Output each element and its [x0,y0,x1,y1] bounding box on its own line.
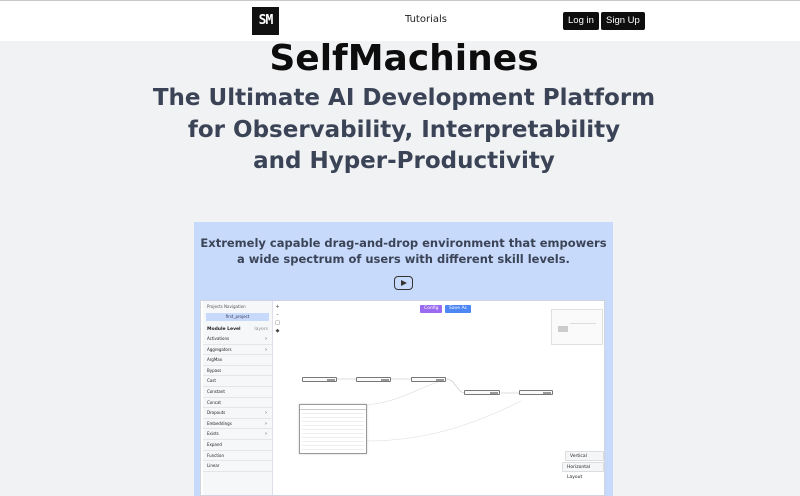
signup-button[interactable]: Sign Up [601,12,645,30]
graph-node [356,377,391,382]
feature-line-1: Extremely capable drag-and-drop environm… [200,236,607,250]
graph-node [302,377,337,382]
graph-node [464,390,500,395]
top-navbar: SM Tutorials Log in Sign Up [0,0,800,41]
hero-subtitle-line-2: for Observability, Interpretability [187,116,621,143]
hero-subtitle-line-3: and Hyper-Productivity [253,148,555,174]
feature-line-2: a wide spectrum of users with different … [237,252,570,266]
graph-edges [337,378,522,442]
graph-node [519,390,553,395]
feature-panel: Extremely capable drag-and-drop environm… [194,222,613,496]
play-icon[interactable] [394,276,413,290]
login-button[interactable]: Log in [563,12,599,30]
node-config-panel [299,404,367,454]
selfmachines-logo[interactable]: SM [252,7,279,35]
graph-node [411,377,446,382]
tutorials-link[interactable]: Tutorials [405,14,447,25]
feature-description: Extremely capable drag-and-drop environm… [194,235,613,267]
hero-subtitle: The Ultimate AI Development Platform for… [0,83,800,178]
app-screenshot: Projects Navigation first_project Module… [200,300,605,496]
hero-title: SelfMachines [269,38,539,79]
hero-subtitle-line-1: The Ultimate AI Development Platform [152,85,656,111]
horizontal-layout-button: Horizontal Layout [562,462,604,480]
vertical-layout-button: Vertical Layout [565,451,604,469]
